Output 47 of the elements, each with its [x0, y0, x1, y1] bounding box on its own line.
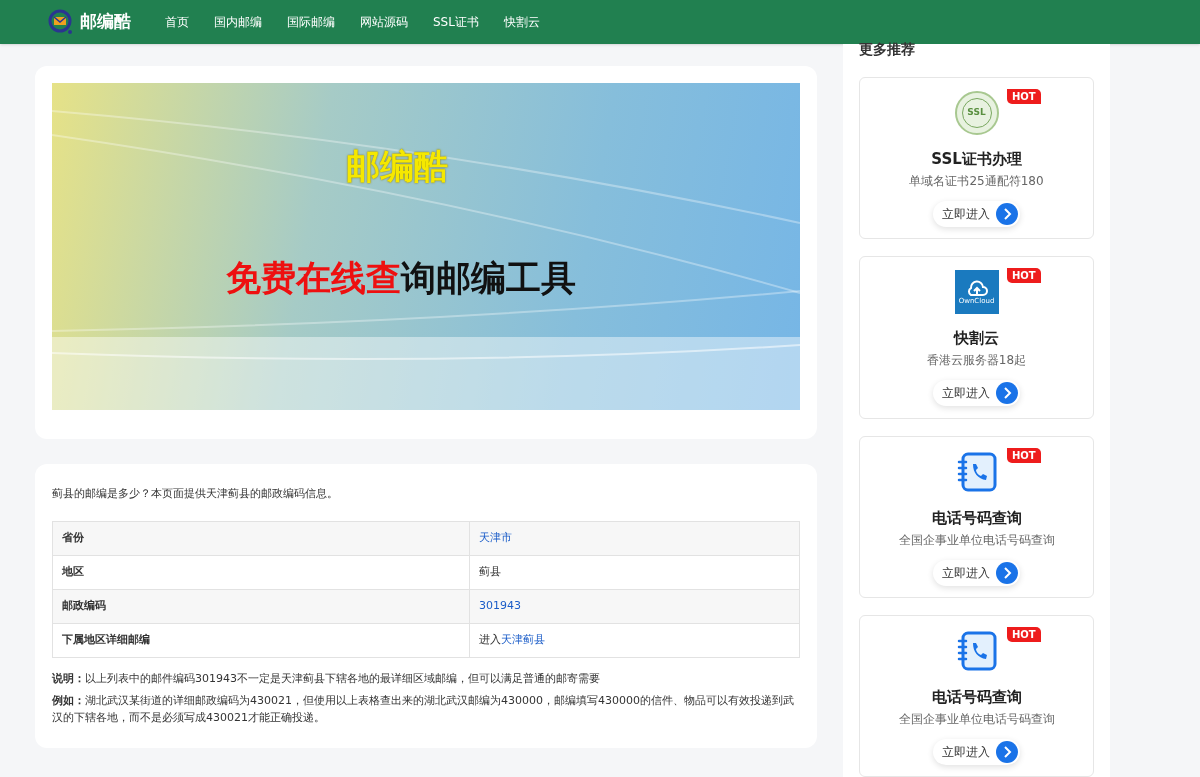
hot-badge: HOT	[1007, 626, 1041, 642]
table-cell: 进入	[479, 632, 501, 646]
card-title: 快割云	[954, 331, 999, 347]
card-subtitle: 全国企事业单位电话号码查询	[898, 712, 1055, 725]
table-label: 地区	[52, 555, 470, 589]
nav-link[interactable]: SSL证书	[433, 13, 479, 31]
nav-link[interactable]: 快割云	[503, 13, 540, 31]
sidebar-title: 更多推荐	[859, 42, 916, 56]
chevron-right-icon	[996, 382, 1018, 405]
table-label: 邮政编码	[52, 589, 470, 623]
logo-icon	[48, 9, 74, 35]
chevron-right-icon	[996, 561, 1018, 584]
nav-link[interactable]: 国内邮编	[214, 13, 262, 31]
card-subtitle: 香港云服务器18起	[926, 354, 1027, 367]
card-subtitle: 单域名证书25通配符180	[909, 175, 1044, 187]
table-link[interactable]: 天津蓟县	[501, 632, 545, 646]
chevron-right-icon	[996, 740, 1018, 763]
enter-button[interactable]: 立即进入	[933, 738, 1020, 765]
table-link[interactable]: 301943	[479, 598, 521, 612]
banner-title: 邮编酷	[346, 149, 448, 183]
nav-link[interactable]: 网站源码	[360, 13, 408, 31]
table-cell: 蓟县	[479, 564, 501, 578]
note-text: 说明：以上列表中的邮件编码301943不一定是天津蓟县下辖各地的最详细区域邮编，但可以满足普通的邮寄需要	[52, 670, 601, 687]
note-text: 例如：湖北武汉某街道的详细邮政编码为430021，但使用以上表格查出来的湖北武汉邮编为430000，邮编填写430000的信件、物品可以有效投递到武汉的下辖各地，而不是必须写成430021才能正确投递。	[52, 692, 795, 726]
chevron-right-icon	[996, 203, 1018, 225]
enter-button[interactable]: 立即进入	[933, 559, 1020, 586]
intro-text: 蓟县的邮编是多少？本页面提供天津蓟县的邮政编码信息。	[52, 486, 339, 502]
table-label: 下属地区详细邮编	[52, 623, 470, 657]
card-title: 电话号码查询	[931, 689, 1022, 705]
nav-link[interactable]: 国际邮编	[287, 13, 335, 31]
enter-button[interactable]: 立即进入	[933, 380, 1020, 407]
card-subtitle: 全国企事业单位电话号码查询	[898, 533, 1055, 546]
table-link[interactable]: 天津市	[479, 530, 512, 544]
phone-book-icon	[955, 629, 998, 672]
table-label: 省份	[52, 521, 470, 555]
nav-link[interactable]: 首页	[165, 13, 189, 31]
hot-badge: HOT	[1007, 89, 1041, 104]
site-logo-text[interactable]: 邮编酷	[80, 9, 131, 35]
card-title: 电话号码查询	[931, 510, 1022, 526]
hot-badge: HOT	[1007, 447, 1041, 463]
enter-button[interactable]: 立即进入	[933, 201, 1020, 227]
card-title: SSL证书办理	[931, 152, 1022, 167]
banner-headline: 免费在线查	[226, 261, 401, 296]
seal-icon: SSL	[954, 91, 999, 135]
banner-headline: 询邮编工具	[401, 261, 576, 296]
phone-book-icon	[955, 450, 998, 493]
hot-badge: HOT	[1007, 268, 1041, 284]
